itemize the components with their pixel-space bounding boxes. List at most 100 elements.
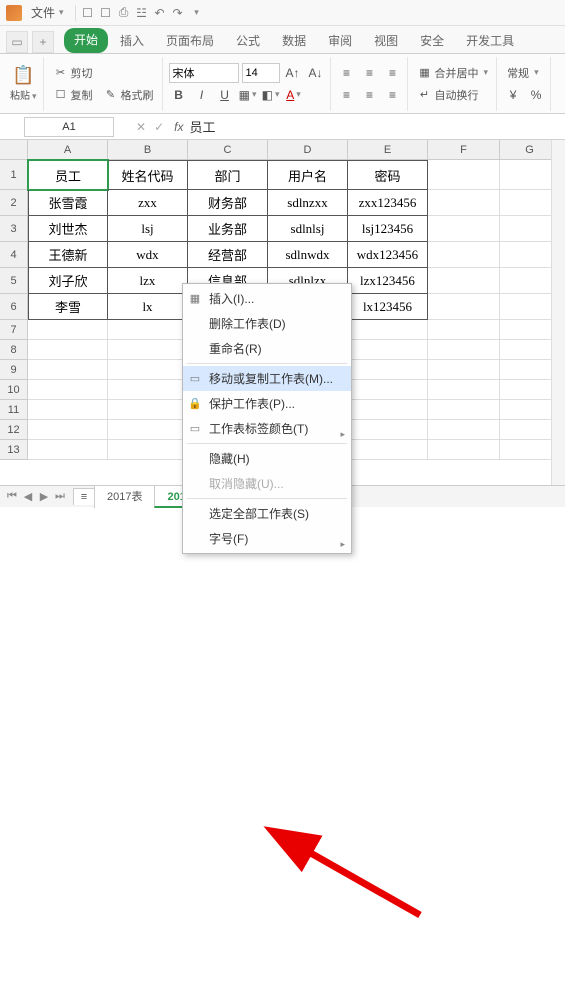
format-painter-button[interactable]: ✎格式刷 xyxy=(100,85,158,105)
cell-E6[interactable]: lx123456 xyxy=(348,294,428,320)
cell-A1[interactable]: 员工 xyxy=(28,160,108,190)
vertical-scrollbar[interactable] xyxy=(551,140,565,485)
row-header-6[interactable]: 6 xyxy=(0,294,28,320)
cell-E5[interactable]: lzx123456 xyxy=(348,268,428,294)
row-header-12[interactable]: 12 xyxy=(0,420,28,440)
ribbon-tab-1[interactable]: 插入 xyxy=(110,28,154,53)
cell-B6[interactable]: lx xyxy=(108,294,188,320)
undo-icon[interactable]: ↶ xyxy=(152,5,168,21)
row-header-4[interactable]: 4 xyxy=(0,242,28,268)
name-box[interactable]: A1 xyxy=(24,117,114,137)
col-header-D[interactable]: D xyxy=(268,140,348,160)
ribbon-tab-3[interactable]: 公式 xyxy=(226,28,270,53)
cell-A7[interactable] xyxy=(28,320,108,340)
row-header-8[interactable]: 8 xyxy=(0,340,28,360)
cell-A2[interactable]: 张雪霞 xyxy=(28,190,108,216)
cell-E2[interactable]: zxx123456 xyxy=(348,190,428,216)
cell-E11[interactable] xyxy=(348,400,428,420)
cell-A5[interactable]: 刘子欣 xyxy=(28,268,108,294)
cell-A8[interactable] xyxy=(28,340,108,360)
ribbon-tab-5[interactable]: 审阅 xyxy=(318,28,362,53)
sheet-nav-first[interactable]: ⏮ xyxy=(4,489,20,505)
fill-color-button[interactable]: ◧ xyxy=(261,85,281,105)
print-icon[interactable]: ⎙ xyxy=(116,5,132,21)
font-size-select[interactable] xyxy=(242,63,280,83)
decrease-font-icon[interactable]: A↓ xyxy=(306,63,326,83)
cell-D4[interactable]: sdlnwdx xyxy=(268,242,348,268)
cell-B10[interactable] xyxy=(108,380,188,400)
cell-A9[interactable] xyxy=(28,360,108,380)
align-middle-icon[interactable]: ≡ xyxy=(360,63,380,83)
cell-F1[interactable] xyxy=(428,160,500,190)
cell-E12[interactable] xyxy=(348,420,428,440)
ribbon-tab-8[interactable]: 开发工具 xyxy=(456,28,524,53)
cell-F2[interactable] xyxy=(428,190,500,216)
row-header-3[interactable]: 3 xyxy=(0,216,28,242)
redo-icon[interactable]: ↷ xyxy=(170,5,186,21)
currency-icon[interactable]: ¥ xyxy=(503,85,523,105)
align-right-icon[interactable]: ≡ xyxy=(383,85,403,105)
cell-A10[interactable] xyxy=(28,380,108,400)
col-header-A[interactable]: A xyxy=(28,140,108,160)
font-color-button[interactable]: A xyxy=(284,85,304,105)
cell-A6[interactable]: 李雪 xyxy=(28,294,108,320)
merge-center-button[interactable]: ▦合并居中 xyxy=(414,63,493,83)
col-header-F[interactable]: F xyxy=(428,140,500,160)
ribbon-tab-7[interactable]: 安全 xyxy=(410,28,454,53)
cell-B9[interactable] xyxy=(108,360,188,380)
row-header-1[interactable]: 1 xyxy=(0,160,28,190)
fx-icon[interactable]: fx xyxy=(174,120,183,134)
ctx-move-copy[interactable]: ▭移动或复制工作表(M)... xyxy=(183,366,351,391)
cell-A4[interactable]: 王德新 xyxy=(28,242,108,268)
cell-B3[interactable]: lsj xyxy=(108,216,188,242)
cell-A13[interactable] xyxy=(28,440,108,460)
increase-font-icon[interactable]: A↑ xyxy=(283,63,303,83)
ctx-protect[interactable]: 🔒保护工作表(P)... xyxy=(183,391,351,416)
cell-E4[interactable]: wdx123456 xyxy=(348,242,428,268)
cell-A12[interactable] xyxy=(28,420,108,440)
row-header-7[interactable]: 7 xyxy=(0,320,28,340)
ctx-font[interactable]: 字号(F) xyxy=(183,526,351,551)
row-header-2[interactable]: 2 xyxy=(0,190,28,216)
cell-C2[interactable]: 财务部 xyxy=(188,190,268,216)
formula-value[interactable]: 员工 xyxy=(189,117,215,136)
cell-D1[interactable]: 用户名 xyxy=(268,160,348,190)
col-header-B[interactable]: B xyxy=(108,140,188,160)
cell-E13[interactable] xyxy=(348,440,428,460)
cell-C1[interactable]: 部门 xyxy=(188,160,268,190)
align-bottom-icon[interactable]: ≡ xyxy=(383,63,403,83)
cut-button[interactable]: ✂剪切 xyxy=(50,63,158,83)
cell-E8[interactable] xyxy=(348,340,428,360)
cell-F5[interactable] xyxy=(428,268,500,294)
cell-A3[interactable]: 刘世杰 xyxy=(28,216,108,242)
sheet-list-button[interactable]: ≡ xyxy=(73,488,95,505)
select-all-corner[interactable] xyxy=(0,140,28,160)
col-header-C[interactable]: C xyxy=(188,140,268,160)
cell-D2[interactable]: sdlnzxx xyxy=(268,190,348,216)
cell-F8[interactable] xyxy=(428,340,500,360)
sheet-tab-0[interactable]: 2017表 xyxy=(94,485,155,508)
font-select[interactable] xyxy=(169,63,239,83)
align-left-icon[interactable]: ≡ xyxy=(337,85,357,105)
ribbon-tab-6[interactable]: 视图 xyxy=(364,28,408,53)
bold-button[interactable]: B xyxy=(169,85,189,105)
cell-C4[interactable]: 经营部 xyxy=(188,242,268,268)
auto-wrap-button[interactable]: ↵自动换行 xyxy=(414,85,493,105)
col-header-E[interactable]: E xyxy=(348,140,428,160)
ctx-insert[interactable]: ▦插入(I)... xyxy=(183,286,351,311)
cell-E3[interactable]: lsj123456 xyxy=(348,216,428,242)
cell-F6[interactable] xyxy=(428,294,500,320)
ctx-rename[interactable]: 重命名(R) xyxy=(183,336,351,361)
cell-C3[interactable]: 业务部 xyxy=(188,216,268,242)
cell-F10[interactable] xyxy=(428,380,500,400)
cell-F12[interactable] xyxy=(428,420,500,440)
cell-F13[interactable] xyxy=(428,440,500,460)
cell-F11[interactable] xyxy=(428,400,500,420)
workbook-tab[interactable]: ▭ xyxy=(6,31,28,53)
cell-B12[interactable] xyxy=(108,420,188,440)
save-as-icon[interactable]: ☐ xyxy=(98,5,114,21)
cell-B8[interactable] xyxy=(108,340,188,360)
row-header-9[interactable]: 9 xyxy=(0,360,28,380)
cell-F7[interactable] xyxy=(428,320,500,340)
row-header-5[interactable]: 5 xyxy=(0,268,28,294)
